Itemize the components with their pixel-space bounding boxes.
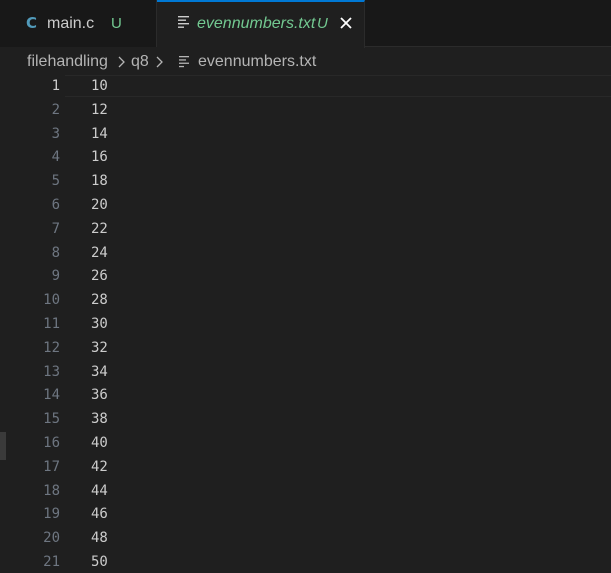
editor-line[interactable]: 16 40	[0, 431, 611, 455]
line-text[interactable]: 20	[91, 197, 108, 213]
breadcrumb-folder-q8[interactable]: q8	[131, 53, 149, 71]
tab-label: evennumbers.txt	[197, 15, 316, 32]
untracked-badge: U	[317, 15, 328, 32]
line-text[interactable]: 40	[91, 435, 108, 451]
line-number: 17	[43, 458, 60, 475]
line-text[interactable]: 48	[91, 530, 108, 546]
editor-line[interactable]: 9 26	[0, 264, 611, 288]
line-text[interactable]: 44	[91, 483, 108, 499]
editor-line[interactable]: 17 42	[0, 455, 611, 479]
line-number: 19	[43, 506, 60, 523]
line-number: 16	[43, 434, 60, 451]
breadcrumb-folder-filehandling[interactable]: filehandling	[27, 53, 108, 71]
line-number: 20	[43, 530, 60, 547]
editor-line[interactable]: 3 14	[0, 122, 611, 146]
close-icon[interactable]	[338, 15, 354, 31]
editor-line[interactable]: 5 18	[0, 169, 611, 193]
editor-line[interactable]: 21 50	[0, 550, 611, 573]
line-text[interactable]: 14	[91, 126, 108, 142]
tab-bar: C main.c U evennumbers.txt U	[0, 0, 611, 48]
text-file-icon	[179, 56, 189, 68]
untracked-badge: U	[111, 15, 122, 32]
line-number: 1	[51, 78, 60, 94]
line-text[interactable]: 42	[91, 459, 108, 475]
line-text[interactable]: 36	[91, 387, 108, 403]
editor-line[interactable]: 6 20	[0, 193, 611, 217]
chevron-right-icon	[156, 56, 163, 68]
editor-line[interactable]: 11 30	[0, 312, 611, 336]
line-number: 15	[43, 411, 60, 428]
editor-line[interactable]: 19 46	[0, 502, 611, 526]
line-number: 3	[51, 125, 60, 142]
line-text[interactable]: 12	[91, 102, 108, 118]
editor-line[interactable]: 4 16	[0, 145, 611, 169]
line-text[interactable]: 22	[91, 221, 108, 237]
line-text[interactable]: 30	[91, 316, 108, 332]
editor-line[interactable]: 20 48	[0, 526, 611, 550]
line-number: 10	[43, 292, 60, 309]
line-text[interactable]: 10	[91, 78, 108, 94]
editor-line[interactable]: 18 44	[0, 479, 611, 503]
line-number: 13	[43, 363, 60, 380]
editor-line[interactable]: 8 24	[0, 241, 611, 265]
line-number: 8	[51, 244, 60, 261]
text-file-icon	[178, 16, 189, 28]
breadcrumb: filehandling q8 evennumbers.txt	[0, 48, 611, 76]
line-text[interactable]: 32	[91, 340, 108, 356]
line-text[interactable]: 26	[91, 268, 108, 284]
line-number: 21	[43, 553, 60, 570]
tab-label: main.c	[47, 15, 95, 32]
line-number: 7	[51, 220, 60, 237]
editor-line[interactable]: 15 38	[0, 407, 611, 431]
line-text[interactable]: 28	[91, 292, 108, 308]
breadcrumb-file-evennumbers[interactable]: evennumbers.txt	[198, 53, 316, 71]
line-text[interactable]: 38	[91, 411, 108, 427]
editor-line[interactable]: 13 34	[0, 360, 611, 384]
line-number: 4	[51, 149, 60, 166]
line-number: 9	[51, 268, 60, 285]
line-text[interactable]: 50	[91, 554, 108, 570]
editor-window: C main.c U evennumbers.txt U filehandlin…	[0, 0, 611, 573]
editor-line[interactable]: 2 12	[0, 98, 611, 122]
tab-main-c[interactable]: C main.c U	[0, 0, 157, 47]
editor-line[interactable]: 7 22	[0, 217, 611, 241]
editor-line[interactable]: 1 10	[0, 74, 611, 98]
line-number: 11	[43, 315, 60, 332]
line-number: 12	[43, 339, 60, 356]
line-text[interactable]: 24	[91, 245, 108, 261]
line-number: 6	[51, 196, 60, 213]
line-number: 18	[43, 482, 60, 499]
chevron-right-icon	[118, 56, 125, 68]
line-text[interactable]: 34	[91, 364, 108, 380]
line-number: 5	[51, 173, 60, 190]
text-editor-lines[interactable]: 1 10 2 12 3 14 4 16 5 18 6 20 7 22 8 24 9 26 10 28 11 30 12 32 1…	[0, 74, 611, 573]
line-number: 14	[43, 387, 60, 404]
editor-line[interactable]: 12 32	[0, 336, 611, 360]
line-text[interactable]: 16	[91, 149, 108, 165]
line-text[interactable]: 46	[91, 506, 108, 522]
line-number: 2	[51, 101, 60, 118]
line-text[interactable]: 18	[91, 173, 108, 189]
tab-evennumbers-txt[interactable]: evennumbers.txt U	[157, 0, 365, 48]
editor-line[interactable]: 14 36	[0, 383, 611, 407]
editor-line[interactable]: 10 28	[0, 288, 611, 312]
c-language-icon: C	[26, 14, 38, 32]
